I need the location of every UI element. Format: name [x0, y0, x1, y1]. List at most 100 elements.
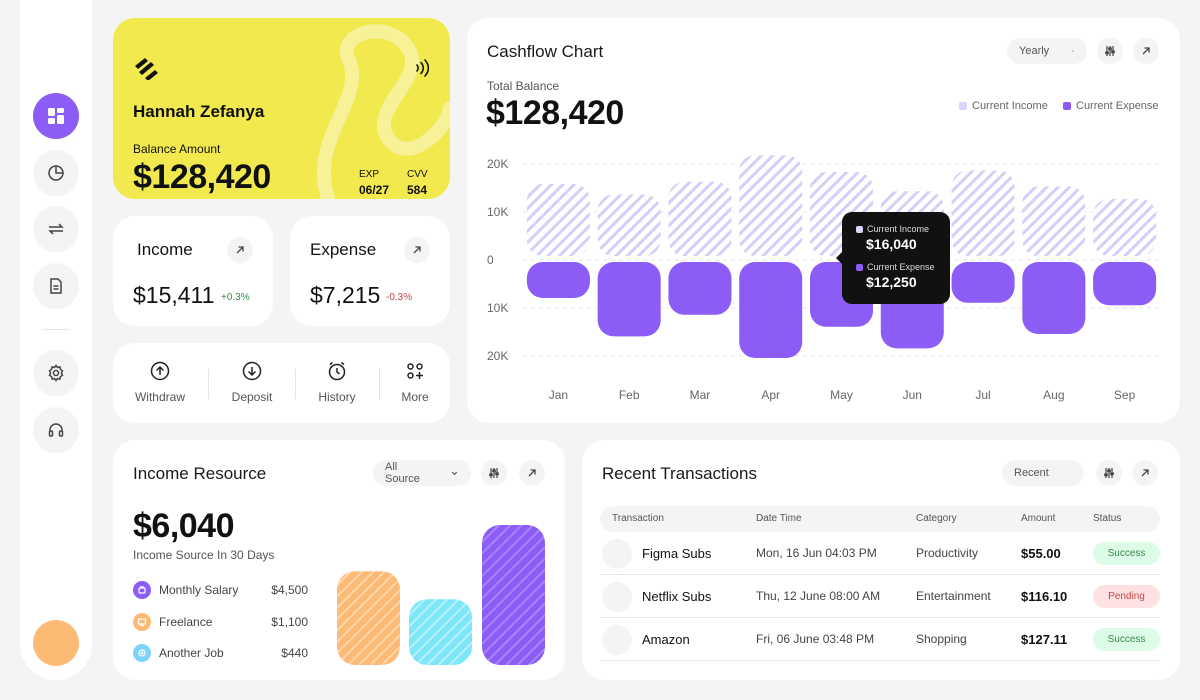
column-header[interactable]: Date Time	[756, 513, 802, 524]
income-open-button[interactable]	[227, 237, 253, 263]
grid-plus-icon	[407, 363, 423, 379]
transactions-filter-select[interactable]: Recent	[1002, 460, 1084, 486]
cardholder-name: Hannah Zefanya	[133, 102, 265, 121]
balance-card[interactable]: Hannah Zefanya Balance Amount $128,420 E…	[113, 18, 450, 199]
sidebar-item-analytics[interactable]	[33, 150, 79, 196]
sliders-icon	[1104, 468, 1114, 478]
x-tick-label: Jun	[903, 388, 922, 402]
freelance-icon	[133, 613, 151, 631]
income-resource-title: Income Resource	[133, 464, 267, 483]
income-source-item: Freelance $1,100	[133, 613, 308, 631]
withdraw-button[interactable]: Withdraw	[125, 361, 195, 404]
exp-label: EXP	[359, 169, 380, 180]
deposit-label: Deposit	[231, 390, 273, 404]
chart-tooltip: Current Income $16,040 Current Expense $…	[836, 212, 950, 304]
transaction-amount: $127.11	[1021, 632, 1068, 647]
sidebar-item-settings[interactable]	[33, 350, 79, 396]
tooltip-income-value: $16,040	[866, 236, 917, 252]
transactions-card: Recent Transactions Recent Transaction D…	[582, 440, 1180, 680]
x-tick-label: Aug	[1043, 388, 1064, 402]
sidebar-item-transfer[interactable]	[33, 206, 79, 252]
column-header[interactable]: Category	[916, 513, 957, 524]
withdraw-label: Withdraw	[134, 390, 185, 404]
expense-change: -0.3%	[386, 292, 413, 303]
income-source-name: Freelance	[159, 615, 213, 629]
income-bar	[526, 184, 590, 256]
transfer-icon	[48, 223, 64, 235]
arrow-up-right-icon	[236, 246, 244, 254]
transactions-title: Recent Transactions	[602, 464, 757, 483]
income-resource-bars	[337, 525, 545, 665]
income-card: Income $15,411 +0.3%	[113, 216, 273, 326]
expense-bar	[739, 262, 803, 358]
expense-title: Expense	[310, 240, 377, 259]
tooltip-expense-label: Current Expense	[856, 262, 935, 272]
x-tick-label: May	[830, 388, 853, 402]
table-row[interactable]: Amazon Fri, 06 June 03:48 PM Shopping $1…	[600, 618, 1160, 661]
income-resource-subtitle: Income Source In 30 Days	[133, 548, 275, 562]
sidebar-item-dashboard[interactable]	[33, 93, 79, 139]
chevron-down-icon	[1071, 472, 1072, 474]
expense-bar	[526, 262, 590, 298]
transactions-filter-value: Recent	[1014, 467, 1049, 479]
income-source-item: Another Job $440	[133, 644, 308, 662]
transactions-expand-button[interactable]	[1132, 460, 1158, 486]
transaction-category: Shopping	[916, 632, 967, 646]
column-header[interactable]: Status	[1093, 513, 1121, 524]
x-tick-label: Mar	[690, 388, 711, 402]
column-header[interactable]: Transaction	[612, 513, 664, 524]
document-icon	[50, 278, 62, 294]
source-filter-select[interactable]: All Source	[373, 460, 471, 486]
income-expand-button[interactable]	[519, 460, 545, 486]
expense-bar	[1093, 262, 1157, 306]
x-tick-label: Jan	[549, 388, 568, 402]
sidebar-item-support[interactable]	[33, 407, 79, 453]
y-tick-label: 20K	[487, 349, 508, 363]
card-logo-icon	[135, 58, 158, 80]
history-button[interactable]: History	[302, 361, 372, 404]
balance-amount: $128,420	[133, 158, 271, 196]
transaction-avatar	[602, 582, 632, 612]
pie-chart-icon	[48, 165, 64, 181]
income-resource-amount: $6,040	[133, 507, 235, 545]
income-source-name: Another Job	[159, 646, 224, 660]
column-header[interactable]: Amount	[1021, 513, 1055, 524]
transaction-name: Figma Subs	[642, 546, 712, 561]
deposit-button[interactable]: Deposit	[217, 361, 287, 404]
table-row[interactable]: Figma Subs Mon, 16 Jun 04:03 PM Producti…	[600, 532, 1160, 575]
avatar[interactable]	[33, 620, 79, 666]
transaction-date: Fri, 06 June 03:48 PM	[756, 632, 875, 646]
cashflow-card: Cashflow Chart Yearly Total Balance $128…	[467, 18, 1180, 423]
y-tick-label: 10K	[487, 205, 508, 219]
income-source-value: $4,500	[271, 583, 308, 597]
more-label: More	[401, 390, 429, 404]
table-row[interactable]: Netflix Subs Thu, 12 June 08:00 AM Enter…	[600, 575, 1160, 618]
headset-icon	[48, 423, 64, 437]
settings-icon	[48, 364, 64, 382]
expense-bar	[597, 262, 661, 337]
nfc-icon	[416, 59, 429, 77]
expense-open-button[interactable]	[404, 237, 430, 263]
income-resource-card: Income Resource All Source $6,040 Income…	[113, 440, 565, 680]
tooltip-expense-text: Current Expense	[867, 262, 935, 272]
sidebar-item-documents[interactable]	[33, 263, 79, 309]
more-button[interactable]: More	[380, 361, 450, 404]
expense-bar	[1022, 262, 1086, 334]
income-settings-button[interactable]	[481, 460, 507, 486]
expense-bar	[951, 262, 1015, 303]
clock-icon	[328, 361, 346, 381]
x-tick-label: Apr	[761, 388, 780, 402]
exp-value: 06/27	[359, 183, 390, 197]
status-badge: Success	[1093, 628, 1160, 651]
upload-arrow-icon	[150, 361, 170, 381]
source-filter-value: All Source	[385, 461, 420, 485]
transaction-amount: $116.10	[1021, 589, 1068, 604]
income-bar	[951, 170, 1015, 256]
transaction-amount: $55.00	[1021, 546, 1061, 561]
tooltip-expense-value: $12,250	[866, 274, 917, 290]
status-badge: Success	[1093, 542, 1160, 565]
transactions-settings-button[interactable]	[1096, 460, 1122, 486]
tooltip-income-text: Current Income	[867, 224, 930, 234]
transaction-name: Netflix Subs	[642, 589, 712, 604]
transaction-avatar	[602, 625, 632, 655]
